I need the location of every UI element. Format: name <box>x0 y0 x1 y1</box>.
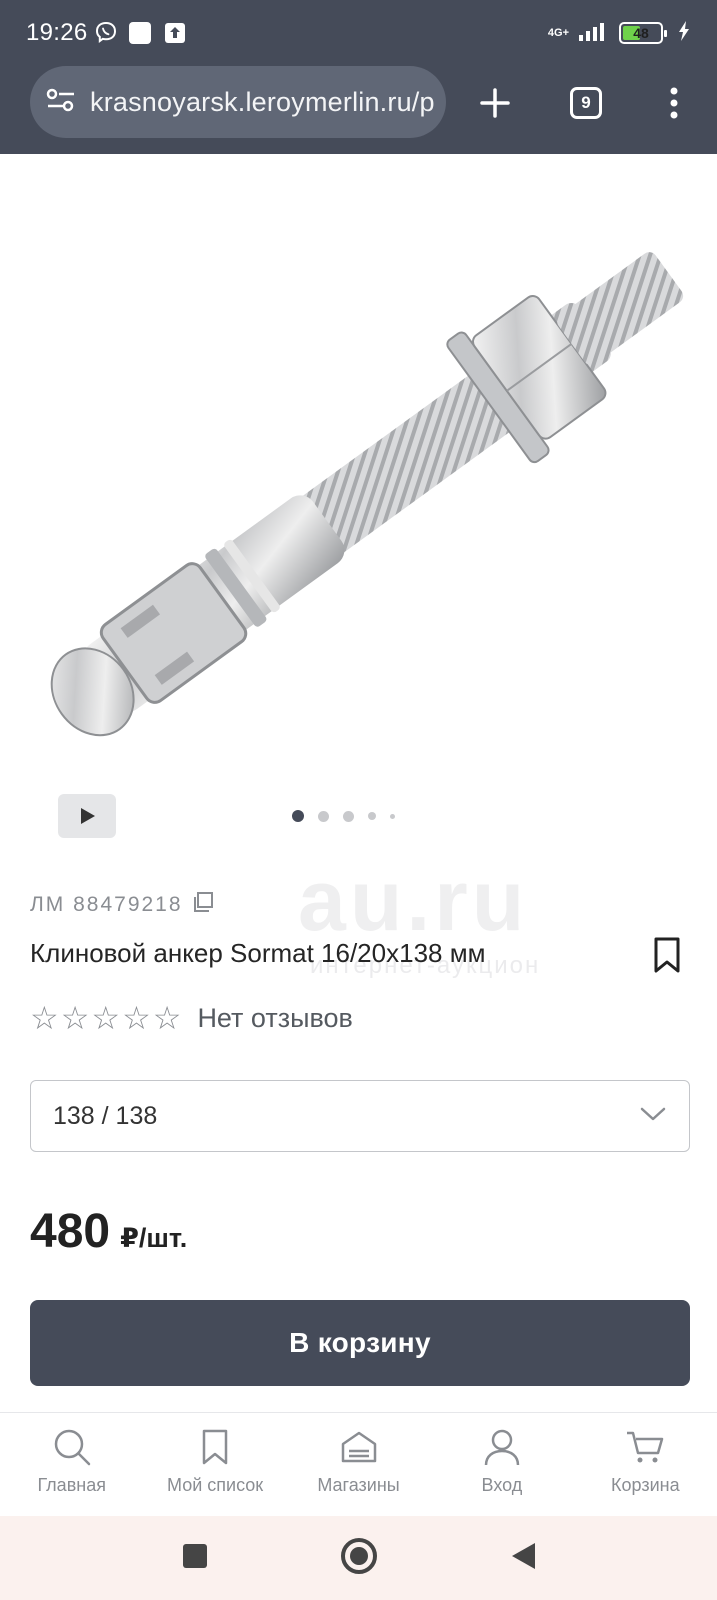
size-select[interactable]: 138 / 138 <box>30 1080 690 1152</box>
watermark-logo: au.ru <box>298 853 529 949</box>
status-bar: 19:26 4G+ 48 <box>26 14 691 52</box>
bookmark-icon <box>202 1429 228 1465</box>
copy-icon[interactable] <box>191 890 215 920</box>
star-empty-icon: ☆ <box>30 1000 59 1036</box>
product-title: Клиновой анкер Sormat 16/20x138 мм <box>30 938 486 968</box>
price-unit: ₽/шт. <box>120 1223 188 1253</box>
system-navigation-bar <box>0 1516 717 1600</box>
article-number: ЛМ 88479218 <box>30 893 183 916</box>
nav-label: Мой список <box>167 1475 264 1495</box>
status-time: 19:26 <box>26 19 88 46</box>
app-notification-icon <box>128 21 152 45</box>
home-button[interactable] <box>339 1536 379 1581</box>
nav-item-stores[interactable]: Магазины <box>287 1413 430 1516</box>
star-empty-icon: ☆ <box>122 1000 151 1036</box>
product-image-gallery[interactable] <box>0 154 717 844</box>
square-icon <box>182 1543 207 1568</box>
recent-apps-button[interactable] <box>181 1542 209 1575</box>
add-to-cart-button[interactable]: В корзину <box>30 1300 690 1386</box>
address-bar[interactable]: krasnoyarsk.leroymerlin.ru/p <box>30 66 446 138</box>
reviews-link[interactable]: Нет отзывов <box>197 1003 352 1034</box>
more-vert-icon <box>670 87 678 119</box>
bottom-navigation: Главная Мой список Магазины Вход Корзина <box>0 1412 717 1516</box>
back-button[interactable] <box>509 1541 537 1576</box>
gallery-dot[interactable] <box>292 810 304 822</box>
nav-label: Корзина <box>611 1475 680 1495</box>
menu-button[interactable] <box>649 78 699 128</box>
size-select-value: 138 / 138 <box>53 1101 158 1130</box>
play-icon <box>81 808 95 824</box>
price-value: 480 <box>30 1205 111 1258</box>
star-empty-icon: ☆ <box>91 1000 121 1036</box>
cart-icon <box>627 1431 664 1463</box>
tabs-count[interactable]: 9 <box>570 87 602 119</box>
plus-icon <box>480 88 510 118</box>
signal-icon <box>577 20 611 47</box>
circle-home-icon <box>340 1537 377 1574</box>
star-empty-icon: ☆ <box>60 1000 90 1036</box>
product-article: ЛМ 88479218 <box>30 890 215 920</box>
product-photo-anchor-bolt <box>50 252 684 737</box>
add-to-list-button[interactable] <box>652 936 682 979</box>
product-price: 480 ₽/шт. <box>30 1204 187 1259</box>
bookmark-icon <box>654 937 680 973</box>
gallery-dot[interactable] <box>390 813 395 819</box>
battery-indicator: 48 <box>619 22 667 44</box>
user-icon <box>484 1429 520 1466</box>
battery-percent: 48 <box>633 25 649 41</box>
site-settings-icon[interactable] <box>46 87 76 118</box>
nav-item-login[interactable]: Вход <box>430 1413 573 1516</box>
nav-label: Главная <box>37 1475 106 1495</box>
video-play-button[interactable] <box>58 794 116 838</box>
back-triangle-icon <box>511 1542 535 1569</box>
upload-icon <box>164 22 186 44</box>
nav-item-home[interactable]: Главная <box>0 1413 143 1516</box>
gallery-dot[interactable] <box>318 810 329 822</box>
tabs-button[interactable]: 9 <box>561 78 611 128</box>
star-empty-icon: ☆ <box>152 1000 182 1036</box>
gallery-dot[interactable] <box>368 812 376 820</box>
product-rating[interactable]: ☆ ☆ ☆ ☆ ☆ Нет отзывов <box>30 1002 353 1034</box>
rating-stars: ☆ ☆ ☆ ☆ ☆ <box>30 1002 181 1034</box>
url-text[interactable]: krasnoyarsk.leroymerlin.ru/p <box>90 87 435 118</box>
nav-item-my-list[interactable]: Мой список <box>143 1413 286 1516</box>
network-type: 4G+ <box>547 26 569 39</box>
nav-label: Магазины <box>317 1475 400 1495</box>
chevron-down-icon <box>639 1106 667 1127</box>
nav-label: Вход <box>481 1475 523 1495</box>
browser-chrome: 19:26 4G+ 48 krasnoyarsk.leroymerlin.ru/… <box>0 0 717 154</box>
new-tab-button[interactable] <box>470 78 520 128</box>
viber-icon <box>94 21 118 45</box>
store-icon <box>341 1431 376 1463</box>
gallery-dot[interactable] <box>343 810 354 822</box>
charging-icon <box>677 20 691 47</box>
gallery-pagination <box>292 810 395 822</box>
nav-item-cart[interactable]: Корзина <box>574 1413 717 1516</box>
status-right: 4G+ 48 <box>548 20 691 47</box>
search-icon <box>54 1429 90 1466</box>
